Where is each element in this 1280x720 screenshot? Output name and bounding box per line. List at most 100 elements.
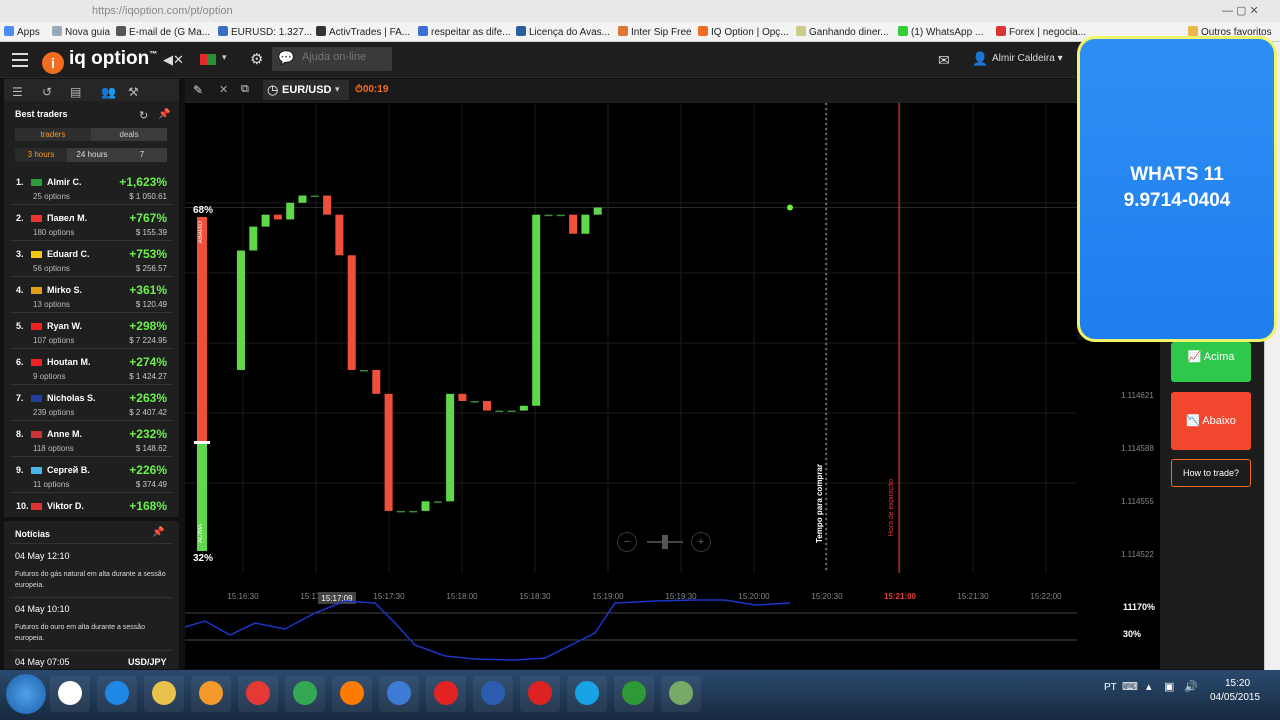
taskbar-app-icon[interactable] — [285, 676, 325, 712]
traders-icon[interactable]: 👥 — [101, 85, 116, 99]
period-7[interactable]: 7 — [117, 148, 167, 162]
taskbar-app-icon[interactable] — [379, 676, 419, 712]
bookmark-icon — [898, 26, 908, 36]
pin-icon[interactable]: 📌 — [158, 109, 170, 120]
bookmark-icon — [116, 26, 126, 36]
start-button[interactable] — [6, 674, 46, 714]
chevron-down-icon[interactable]: ▾ — [222, 52, 227, 63]
taskbar-app-icon[interactable] — [661, 676, 701, 712]
taskbar-app-icon[interactable] — [97, 676, 137, 712]
indicator-axis-label: 11170% — [1123, 602, 1156, 612]
trader-name: Anne M. — [47, 429, 82, 439]
trader-row[interactable]: 1. Almir C. 25 options +1,623% $ 1 050.61 — [4, 169, 179, 205]
network-icon[interactable]: ▣ — [1164, 680, 1174, 693]
list-icon[interactable]: ☰ — [12, 85, 23, 99]
volume-icon[interactable]: 🔊 — [1184, 680, 1198, 693]
trader-name: Almir C. — [47, 177, 82, 187]
chart-icon[interactable]: ▤ — [70, 85, 81, 99]
trader-row[interactable]: 4. Mirko S. 13 options +361% $ 120.49 — [4, 277, 179, 313]
taskbar-app-icon[interactable] — [238, 676, 278, 712]
bookmark-item[interactable]: Licença do Avas... — [516, 26, 610, 38]
gear-icon[interactable]: ⚙ — [250, 50, 263, 68]
candle — [273, 214, 282, 220]
taskbar-app-icon[interactable] — [144, 676, 184, 712]
pin-icon[interactable]: 📌 — [152, 527, 164, 538]
window-controls[interactable]: — ▢ ✕ — [1222, 4, 1259, 17]
language-indicator[interactable]: PT — [1104, 682, 1117, 693]
candle — [433, 501, 442, 503]
chart-area[interactable]: ✎ ✕ ⧉ ◷ EUR/USD ▾ ⏱00:19 15:16:30 15:17:0… — [185, 79, 1077, 669]
clock-icon: ◷ — [267, 82, 279, 97]
chevron-up-icon[interactable]: ▴ — [1146, 680, 1152, 693]
bookmark-item[interactable]: Apps — [4, 26, 40, 38]
url-text[interactable]: https://iqoption.com/pt/option — [92, 5, 233, 17]
period-24-hours[interactable]: 24 hours — [67, 148, 117, 162]
menu-icon[interactable] — [12, 53, 28, 67]
bookmark-item[interactable]: (1) WhatsApp ... — [898, 26, 983, 38]
mute-icon[interactable]: ◀✕ — [163, 52, 184, 68]
up-button[interactable]: 📈 Acima — [1171, 342, 1251, 382]
taskbar-app-icon[interactable] — [50, 676, 90, 712]
trader-row[interactable]: 3. Eduard C. 56 options +753% $ 256.57 — [4, 241, 179, 277]
trader-row[interactable]: 2. Павел М. 180 options +767% $ 155.39 — [4, 205, 179, 241]
zoom-slider-handle[interactable] — [662, 535, 668, 549]
language-flag-icon[interactable] — [200, 54, 216, 65]
tools-icon[interactable]: ⚒ — [128, 85, 139, 99]
trader-row[interactable]: 8. Anne M. 118 options +232% $ 148.62 — [4, 421, 179, 457]
taskbar-app-icon[interactable] — [520, 676, 560, 712]
bookmark-item[interactable]: Forex | negocia... — [996, 26, 1086, 38]
taskbar-app-icon[interactable] — [614, 676, 654, 712]
user-menu[interactable]: Almir Caldeira ▾ — [992, 53, 1063, 64]
copy-icon[interactable]: ⧉ — [241, 83, 249, 96]
clock-time[interactable]: 15:20 — [1225, 678, 1250, 689]
trader-rank: 2. — [16, 213, 24, 223]
bookmark-item[interactable]: EURUSD: 1.327... — [218, 26, 312, 38]
trader-row[interactable]: 7. Nicholas S. 239 options +263% $ 2 407.42 — [4, 385, 179, 421]
candle — [495, 410, 504, 413]
clock-date[interactable]: 04/05/2015 — [1210, 692, 1260, 703]
history-icon[interactable]: ↺ — [42, 85, 52, 99]
bookmark-item[interactable]: IQ Option | Opç... — [698, 26, 789, 38]
bookmark-item[interactable]: Ganhando diner... — [796, 26, 889, 38]
trader-row[interactable]: 5. Ryan W. 107 options +298% $ 7 224.95 — [4, 313, 179, 349]
taskbar-app-icon[interactable] — [473, 676, 513, 712]
refresh-icon[interactable]: ↻ — [139, 109, 148, 122]
toggle-deals[interactable]: deals — [91, 128, 167, 141]
chart-toolbar: ✎ ✕ ⧉ ◷ EUR/USD ▾ ⏱00:19 — [185, 79, 1077, 103]
taskbar-app-icon[interactable] — [426, 676, 466, 712]
trader-row[interactable]: 9. Сергей В. 11 options +226% $ 374.49 — [4, 457, 179, 493]
bookmark-item[interactable]: ActivTrades | FA... — [316, 26, 410, 38]
trader-name: Viktor D. — [47, 501, 84, 511]
toggle-traders[interactable]: traders — [15, 128, 91, 141]
keyboard-icon[interactable]: ⌨ — [1122, 680, 1138, 693]
trader-row[interactable]: 6. Houtan M. 9 options +274% $ 1 424.27 — [4, 349, 179, 385]
taskbar-app-icon[interactable] — [332, 676, 372, 712]
bookmark-item[interactable]: respeitar as dife... — [418, 26, 510, 38]
news-text[interactable]: Futuros do ouro em alta durante a sessão… — [15, 622, 170, 644]
sentiment-bar-down — [197, 217, 207, 443]
trader-rank: 8. — [16, 429, 24, 439]
zoom-out-icon[interactable]: − — [617, 532, 637, 552]
period-3-hours[interactable]: 3 hours — [15, 148, 67, 162]
browser-address-bar[interactable]: https://iqoption.com/pt/option — ▢ ✕ — [0, 0, 1280, 22]
promo-line-2: 9.9714-0404 — [1123, 190, 1231, 211]
how-to-trade-button[interactable]: How to trade? — [1171, 459, 1251, 487]
bookmark-item[interactable]: Nova guia — [52, 26, 110, 38]
taskbar-app-icon[interactable] — [191, 676, 231, 712]
down-button[interactable]: 📉 Abaixo — [1171, 392, 1251, 450]
divider — [10, 597, 173, 598]
pencil-icon[interactable]: ✎ — [193, 83, 203, 97]
candlestick-chart[interactable]: 15:16:30 15:17:00 15:17:30 15:18:00 15:18:30… — [185, 103, 1077, 669]
bookmark-item[interactable]: E-mail de (G Ma... — [116, 26, 210, 38]
sentiment-marker[interactable] — [194, 441, 210, 444]
zoom-in-icon[interactable]: + — [691, 532, 711, 552]
candle — [323, 195, 332, 215]
news-text[interactable]: Futuros do gás natural em alta durante a… — [15, 569, 170, 591]
close-icon[interactable]: ✕ — [219, 83, 228, 96]
help-input[interactable] — [302, 51, 388, 63]
chart-price-axis: 1.114621 1.114588 1.114555 1.114522 11170% 30… — [1077, 340, 1160, 669]
bookmark-item[interactable]: Inter Sip Free — [618, 26, 692, 38]
taskbar-app-icon[interactable] — [567, 676, 607, 712]
bookmark-icon — [418, 26, 428, 36]
mail-icon[interactable]: ✉ — [938, 52, 950, 69]
